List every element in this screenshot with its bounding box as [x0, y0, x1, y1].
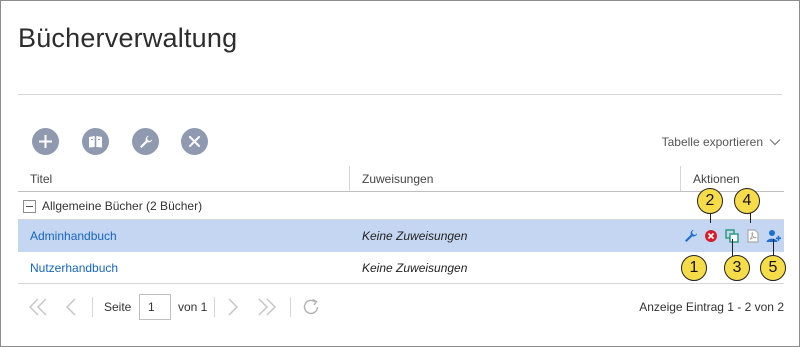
callout-pointer: [732, 239, 733, 257]
delete-icon: [705, 230, 717, 242]
wrench-icon: [685, 229, 698, 242]
edit-book-button[interactable]: [684, 229, 698, 243]
books-button[interactable]: [82, 128, 109, 155]
callout-marker-1: 1: [681, 255, 707, 281]
last-page-button[interactable]: [257, 292, 277, 322]
callout-marker-4: 4: [734, 188, 760, 214]
group-label: Allgemeine Bücher (2 Bücher): [42, 199, 203, 213]
next-page-button[interactable]: [227, 292, 239, 322]
chevron-left-icon: [66, 298, 76, 316]
pagination-bar: Seite von 1 Anzeige Eintrag 1 - 2 von 2: [18, 292, 784, 322]
previous-page-button[interactable]: [65, 292, 77, 322]
chevron-right-icon: [228, 298, 238, 316]
delete-button[interactable]: [181, 128, 208, 155]
plus-icon: [39, 135, 52, 148]
export-label: Tabelle exportieren: [661, 135, 763, 149]
book-title-link[interactable]: Nutzerhandbuch: [30, 252, 118, 283]
table-row[interactable]: Adminhandbuch Keine Zuweisungen: [18, 220, 784, 252]
chevron-down-icon: [769, 139, 781, 146]
wrench-icon: [139, 135, 152, 148]
page-number-input[interactable]: [139, 294, 171, 320]
book-title-link[interactable]: Adminhandbuch: [30, 220, 117, 252]
page-title: Bücherverwaltung: [18, 23, 238, 53]
app-window: Bücherverwaltung Tabelle exportieren Tit…: [0, 0, 800, 347]
delete-book-button[interactable]: [704, 229, 718, 243]
collapse-toggle[interactable]: [23, 200, 36, 213]
callout-marker-5: 5: [760, 255, 786, 281]
table-header: Titel Zuweisungen Aktionen: [18, 166, 784, 192]
pager-divider: [214, 297, 215, 317]
export-pdf-button[interactable]: [746, 229, 760, 243]
close-icon: [189, 136, 200, 147]
add-button[interactable]: [32, 128, 59, 155]
column-divider: [680, 166, 681, 191]
column-header-actions: Aktionen: [693, 171, 740, 186]
page-label: Seite: [104, 300, 132, 314]
assignments-cell: Keine Zuweisungen: [362, 260, 468, 275]
column-header-assignments[interactable]: Zuweisungen: [362, 166, 433, 191]
pdf-icon: [747, 229, 759, 243]
double-chevron-left-icon: [29, 298, 47, 316]
book-icon: [89, 136, 102, 148]
refresh-icon: [303, 298, 319, 315]
title-divider: [18, 94, 782, 95]
group-row: Allgemeine Bücher (2 Bücher): [18, 193, 784, 220]
callout-marker-2: 2: [697, 188, 723, 214]
pager-divider: [92, 297, 93, 317]
refresh-button[interactable]: [301, 292, 321, 322]
export-table-dropdown[interactable]: Tabelle exportieren: [662, 135, 781, 149]
callout-marker-3: 3: [724, 255, 750, 281]
pager-summary: Anzeige Eintrag 1 - 2 von 2: [639, 300, 784, 314]
edit-button[interactable]: [132, 128, 159, 155]
column-divider: [349, 166, 350, 191]
double-chevron-right-icon: [258, 298, 276, 316]
page-count-label: von 1: [178, 300, 208, 314]
column-header-title[interactable]: Titel: [30, 166, 52, 191]
table-row[interactable]: Nutzerhandbuch Keine Zuweisungen: [18, 252, 784, 284]
pager-divider: [290, 297, 291, 317]
first-page-button[interactable]: [28, 292, 48, 322]
assignments-cell: Keine Zuweisungen: [362, 229, 468, 243]
callout-pointer: [750, 212, 751, 223]
